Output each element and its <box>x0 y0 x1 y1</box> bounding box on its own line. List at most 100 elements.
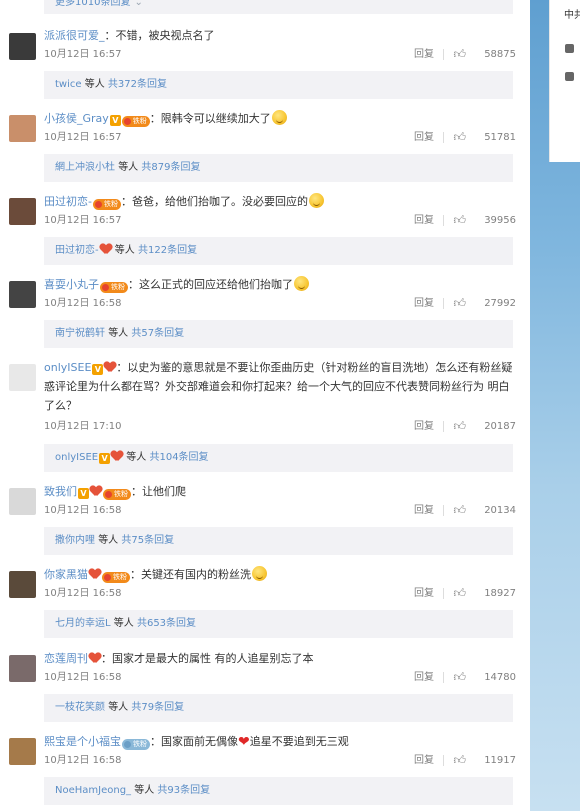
more-replies-bar[interactable]: 更多1010条回复 ⌄ <box>44 0 513 14</box>
avatar[interactable] <box>9 33 36 60</box>
heart-emoji-icon: ❤ <box>238 734 250 750</box>
comment-username[interactable]: 派派很可爱_ <box>44 29 105 42</box>
reply-button[interactable]: 回复 <box>414 47 434 62</box>
sub-reply-user[interactable]: onlyISEE <box>55 452 98 463</box>
sub-reply-count-link[interactable]: 共653条回复 <box>137 618 196 629</box>
reply-button[interactable]: 回复 <box>414 130 434 145</box>
comment-feed: 更多1010条回复 ⌄ 派派很可爱_：不错，被央视点名了 10月12日 16:57… <box>0 0 530 811</box>
sub-replies-bar[interactable]: 田过初恋- 等人 共122条回复 <box>44 237 513 265</box>
sub-reply-count-link[interactable]: 共879条回复 <box>141 162 200 173</box>
sub-reply-user[interactable]: 七月的幸运L <box>55 618 111 629</box>
sub-replies-bar[interactable]: 網上冲浪小杜 等人 共879条回复 <box>44 154 513 182</box>
smile-emoji-icon <box>308 193 324 208</box>
reply-button[interactable]: 回复 <box>414 419 434 434</box>
surprised-emoji-icon <box>294 276 309 291</box>
reply-button[interactable]: 回复 <box>414 586 434 601</box>
thumbs-up-icon[interactable]: 👍︎ <box>453 47 466 62</box>
comment-username[interactable]: 喜耍小丸子 <box>44 278 99 291</box>
sub-replies-bar[interactable]: 南宁祝鹤轩 等人 共57条回复 <box>44 320 513 348</box>
sub-replies-bar[interactable]: 七月的幸运L 等人 共653条回复 <box>44 610 513 638</box>
heart-badge-icon <box>90 485 102 496</box>
avatar[interactable] <box>9 738 36 765</box>
like-count: 58875 <box>484 49 516 60</box>
more-replies-link[interactable]: 更多1010条回复 <box>55 0 130 8</box>
comment-text: ：这么正式的回应还给他们抬咖了 <box>128 278 293 291</box>
sub-reply-count-link[interactable]: 共79条回复 <box>131 702 184 713</box>
sub-replies-bar[interactable]: 撒你内哩 等人 共75条回复 <box>44 527 513 555</box>
sub-reply-count-link[interactable]: 共57条回复 <box>131 328 184 339</box>
avatar[interactable] <box>9 571 36 598</box>
comment-username[interactable]: 田过初恋- <box>44 195 92 208</box>
comment-text: ：不错，被央视点名了 <box>104 29 215 42</box>
sub-reply-user[interactable]: 田过初恋- <box>55 245 99 256</box>
sub-replies-bar[interactable]: NoeHamJeong_ 等人 共93条回复 <box>44 777 513 805</box>
comment-time: 10月12日 16:57 <box>44 132 122 143</box>
sub-reply-by: 等人 <box>108 328 129 339</box>
thumbs-up-icon[interactable]: 👍︎ <box>453 586 466 601</box>
reply-button[interactable]: 回复 <box>414 670 434 685</box>
heart-badge-icon <box>89 568 101 579</box>
reply-button[interactable]: 回复 <box>414 213 434 228</box>
sub-replies-bar[interactable]: twice 等人 共372条回复 <box>44 71 513 99</box>
sub-reply-count-link[interactable]: 共104条回复 <box>149 452 208 463</box>
sub-reply-count-link[interactable]: 共122条回复 <box>138 245 197 256</box>
sub-reply-count-link[interactable]: 共372条回复 <box>108 79 167 90</box>
sub-reply-user[interactable]: 南宁祝鹤轩 <box>55 328 105 339</box>
sub-reply-user[interactable]: NoeHamJeong_ <box>55 785 131 796</box>
comment-text: ：国家面前无偶像 <box>150 735 238 748</box>
divider <box>443 132 444 143</box>
reply-button[interactable]: 回复 <box>414 296 434 311</box>
edit-icon[interactable] <box>565 72 574 81</box>
avatar[interactable] <box>9 488 36 515</box>
right-panel-label[interactable]: 中共 <box>564 6 580 21</box>
thumbs-up-icon[interactable]: 👍︎ <box>453 130 466 145</box>
comment-text: ：爸爸，给他们抬咖了。没必要回应的 <box>120 195 308 208</box>
sub-reply-user[interactable]: 一枝花笑颜 <box>55 702 105 713</box>
fan-badge-icon: 铁粉 <box>121 116 150 127</box>
comment-text-continued: 追星不要追到无三观 <box>249 735 349 748</box>
sub-reply-count-link[interactable]: 共75条回复 <box>121 535 174 546</box>
like-count: 14780 <box>484 672 516 683</box>
sub-replies-bar[interactable]: onlyISEE V 等人 共104条回复 <box>44 444 513 472</box>
thumbs-up-icon[interactable]: 👍︎ <box>453 753 466 768</box>
divider <box>443 49 444 60</box>
sub-reply-user[interactable]: twice <box>55 79 82 90</box>
comment-username[interactable]: 致我们 <box>44 485 77 498</box>
divider <box>443 755 444 766</box>
comment-username[interactable]: onlyISEE <box>44 361 91 374</box>
thumbs-up-icon[interactable]: 👍︎ <box>453 296 466 311</box>
divider <box>443 215 444 226</box>
avatar[interactable] <box>9 198 36 225</box>
comment-text: ：让他们爬 <box>131 485 186 498</box>
comment-username[interactable]: 你家黑猫 <box>44 568 88 581</box>
sub-reply-user[interactable]: 網上冲浪小杜 <box>55 162 115 173</box>
avatar[interactable] <box>9 364 36 391</box>
sub-reply-count-link[interactable]: 共93条回复 <box>157 785 210 796</box>
fan-badge-icon: 铁粉 <box>100 282 128 293</box>
heart-badge-icon <box>89 652 101 663</box>
avatar[interactable] <box>9 115 36 142</box>
reply-button[interactable]: 回复 <box>414 753 434 768</box>
fan-badge-icon: 铁粉 <box>103 489 131 500</box>
comment-username[interactable]: 恋莲周刊 <box>44 652 88 665</box>
thumbs-up-icon[interactable]: 👍︎ <box>453 503 466 518</box>
comment-username[interactable]: 熙宝是个小福宝 <box>44 735 121 748</box>
chevron-down-icon: ⌄ <box>134 0 143 8</box>
sub-reply-by: 等人 <box>134 785 155 796</box>
reply-button[interactable]: 回复 <box>414 503 434 518</box>
bag-icon[interactable] <box>565 44 574 53</box>
sub-replies-bar[interactable]: 一枝花笑颜 等人 共79条回复 <box>44 694 513 722</box>
comment-time: 10月12日 16:57 <box>44 215 122 226</box>
thumbs-up-icon[interactable]: 👍︎ <box>453 419 466 434</box>
comment-username[interactable]: 小孩侯_Gray <box>44 112 109 125</box>
comment-time: 10月12日 16:58 <box>44 588 122 599</box>
thumbs-up-icon[interactable]: 👍︎ <box>453 213 466 228</box>
sub-reply-user[interactable]: 撒你内哩 <box>55 535 95 546</box>
thumbs-up-icon[interactable]: 👍︎ <box>453 670 466 685</box>
sub-reply-by: 等人 <box>118 162 139 173</box>
comment-text: ：国家才是最大的属性 有的人追星别忘了本 <box>101 652 314 665</box>
like-count: 27992 <box>484 298 516 309</box>
avatar[interactable] <box>9 281 36 308</box>
avatar[interactable] <box>9 655 36 682</box>
sub-reply-by: 等人 <box>98 535 119 546</box>
